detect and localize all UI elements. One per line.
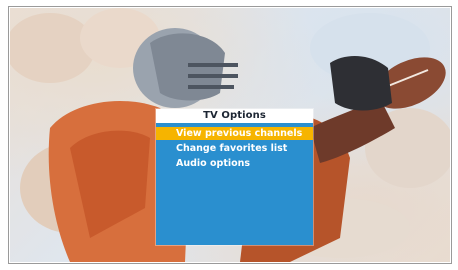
menu-item-view-previous-channels[interactable]: View previous channels xyxy=(156,127,313,140)
menu-title: TV Options xyxy=(156,109,313,123)
tv-screen: TV Options View previous channels Change… xyxy=(8,6,452,264)
menu-item-audio-options[interactable]: Audio options xyxy=(156,157,313,170)
football-player-background: TV Options View previous channels Change… xyxy=(10,8,450,262)
menu-item-change-favorites-list[interactable]: Change favorites list xyxy=(156,142,313,155)
tv-options-menu: TV Options View previous channels Change… xyxy=(156,109,313,245)
